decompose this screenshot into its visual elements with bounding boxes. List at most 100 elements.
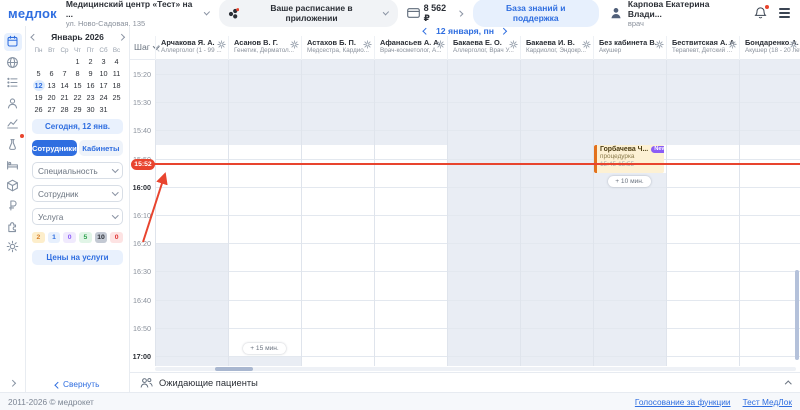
next-day-chevron[interactable] xyxy=(500,28,506,34)
calendar-day[interactable]: 23 xyxy=(85,92,97,103)
doctor-column-header[interactable]: Асанов В. Г.Генетик, Дерматол... xyxy=(228,36,301,60)
doctor-column-header[interactable]: Афанасьев А. А.Врач-косметолог, А... xyxy=(374,36,447,60)
calendar-day[interactable]: 28 xyxy=(59,104,71,115)
calendar-day[interactable]: 15 xyxy=(72,80,84,91)
rail-payments-icon[interactable] xyxy=(4,197,22,215)
doctor-column-header[interactable]: Бакаева И. В.Кардиолог, Эндокр... xyxy=(520,36,593,60)
calendar-day[interactable]: 21 xyxy=(59,92,71,103)
column-settings-gear-icon[interactable] xyxy=(290,40,299,49)
waiting-patients-bar[interactable]: Ожидающие пациенты xyxy=(130,372,800,392)
notifications-bell-icon[interactable] xyxy=(754,6,767,20)
rail-settings-icon[interactable] xyxy=(4,238,22,256)
specialty-select[interactable]: Специальность xyxy=(32,162,123,179)
employee-select[interactable]: Сотрудник xyxy=(32,185,123,202)
column-settings-gear-icon[interactable] xyxy=(728,40,737,49)
calendar-day[interactable]: 14 xyxy=(59,80,71,91)
clinic-switcher[interactable]: Медицинский центр «Тест» на ... ул. Ново… xyxy=(66,0,210,28)
column-divider xyxy=(447,60,448,366)
medlok-logo[interactable]: медлок xyxy=(8,6,57,21)
calendar-day[interactable]: 19 xyxy=(33,92,45,103)
app-schedule-button[interactable]: Ваше расписание в приложении xyxy=(219,0,398,27)
vertical-scrollbar[interactable] xyxy=(795,270,799,360)
doctor-column-header[interactable]: Без кабинета В.Акушер xyxy=(593,36,666,60)
calendar-day[interactable]: 1 xyxy=(72,56,84,67)
calendar-day[interactable]: 17 xyxy=(98,80,110,91)
expand-rail-chevron[interactable] xyxy=(0,377,25,388)
free-gap-pill[interactable]: + 10 мин. xyxy=(608,176,651,187)
horizontal-scrollbar[interactable] xyxy=(215,367,253,371)
calendar-day[interactable]: 8 xyxy=(72,68,84,79)
column-settings-gear-icon[interactable] xyxy=(655,40,664,49)
calendar-day[interactable]: 31 xyxy=(98,104,110,115)
appointment-card[interactable]: Горбачева Ч... New процедурка 15:45-15:5… xyxy=(594,145,664,173)
column-settings-gear-icon[interactable] xyxy=(363,40,372,49)
tab-employees[interactable]: Сотрудники xyxy=(32,140,77,156)
doctor-column-header[interactable]: Бакаева Е. О.Аллерголог, Врач У... xyxy=(447,36,520,60)
calendar-day[interactable]: 30 xyxy=(85,104,97,115)
calendar-day[interactable]: 6 xyxy=(46,68,58,79)
calendar-day[interactable]: 16 xyxy=(85,80,97,91)
calendar-day[interactable]: 5 xyxy=(33,68,45,79)
rail-tasks-icon[interactable] xyxy=(4,74,22,92)
calendar-day[interactable]: 4 xyxy=(111,56,123,67)
rail-support-icon[interactable] xyxy=(4,94,22,112)
calendar-day[interactable]: 26 xyxy=(33,104,45,115)
column-settings-gear-icon[interactable] xyxy=(436,40,445,49)
balance-button[interactable]: 8 562 ₽ xyxy=(407,3,463,24)
status-chip-amber[interactable]: 2 xyxy=(32,232,45,243)
doctor-column-header[interactable]: Бондаренко А. С.Акушер (18 - 20 лет) xyxy=(739,36,800,60)
current-date-label[interactable]: 12 января, пн xyxy=(436,26,494,36)
medlok-app-icon xyxy=(228,8,239,19)
free-gap-pill[interactable]: + 15 мин. xyxy=(243,343,286,354)
tab-rooms[interactable]: Кабинеты xyxy=(79,140,123,156)
column-settings-gear-icon[interactable] xyxy=(217,40,226,49)
rail-integrations-icon[interactable] xyxy=(4,217,22,235)
status-chip-violet[interactable]: 0 xyxy=(63,232,76,243)
calendar-day[interactable]: 25 xyxy=(111,92,123,103)
calendar-day[interactable]: 20 xyxy=(46,92,58,103)
status-chip-red[interactable]: 0 xyxy=(110,232,123,243)
chevron-up-icon[interactable] xyxy=(785,381,791,387)
service-select[interactable]: Услуга xyxy=(32,208,123,225)
status-chip-blue[interactable]: 1 xyxy=(48,232,61,243)
column-settings-gear-icon[interactable] xyxy=(509,40,518,49)
doctor-column-header[interactable]: Арчакова Я. А.Аллерголог (1 - 99 ... xyxy=(155,36,228,60)
calendar-day[interactable]: 29 xyxy=(72,104,84,115)
calendar-day[interactable]: 11 xyxy=(111,68,123,79)
status-chip-green[interactable]: 5 xyxy=(79,232,92,243)
calendar-day[interactable]: 2 xyxy=(85,56,97,67)
knowledge-base-button[interactable]: База знаний и поддержка xyxy=(473,0,599,27)
specialty-select-value: Специальность xyxy=(38,166,98,176)
service-prices-button[interactable]: Цены на услуги xyxy=(32,250,123,265)
rail-globe-icon[interactable] xyxy=(4,53,22,71)
today-button[interactable]: Сегодня, 12 янв. xyxy=(32,119,123,134)
next-month-chevron[interactable] xyxy=(118,34,124,40)
column-settings-gear-icon[interactable] xyxy=(582,40,591,49)
collapse-sidebar-link[interactable]: Свернуть xyxy=(26,379,129,389)
test-medlok-link[interactable]: Тест МедЛок xyxy=(743,397,792,407)
rail-lab-icon[interactable] xyxy=(4,135,22,153)
calendar-day[interactable]: 12 xyxy=(33,80,45,91)
status-chip-gray[interactable]: 10 xyxy=(95,232,108,243)
calendar-day[interactable]: 24 xyxy=(98,92,110,103)
prev-day-chevron[interactable] xyxy=(424,28,430,34)
calendar-day[interactable]: 22 xyxy=(72,92,84,103)
doctor-column-header[interactable]: Бествитская А. А.Терапевт, Детский ... xyxy=(666,36,739,60)
calendar-day[interactable]: 18 xyxy=(111,80,123,91)
calendar-day[interactable]: 9 xyxy=(85,68,97,79)
prev-month-chevron[interactable] xyxy=(31,34,37,40)
calendar-day[interactable]: 3 xyxy=(98,56,110,67)
doctor-column-header[interactable]: Астахов Б. П.Медсестра, Кардио... xyxy=(301,36,374,60)
calendar-day[interactable]: 7 xyxy=(59,68,71,79)
calendar-day[interactable]: 27 xyxy=(46,104,58,115)
rail-ward-icon[interactable] xyxy=(4,156,22,174)
user-menu[interactable]: Карпова Екатерина Влади... врач xyxy=(609,0,744,28)
vote-features-link[interactable]: Голосование за функции xyxy=(635,397,731,407)
calendar-day[interactable]: 13 xyxy=(46,80,58,91)
rail-inventory-icon[interactable] xyxy=(4,176,22,194)
column-settings-gear-icon[interactable] xyxy=(789,40,798,49)
calendar-day[interactable]: 10 xyxy=(98,68,110,79)
menu-icon[interactable] xyxy=(777,6,792,20)
rail-calendar-icon[interactable] xyxy=(4,33,22,51)
rail-analytics-icon[interactable] xyxy=(4,115,22,133)
